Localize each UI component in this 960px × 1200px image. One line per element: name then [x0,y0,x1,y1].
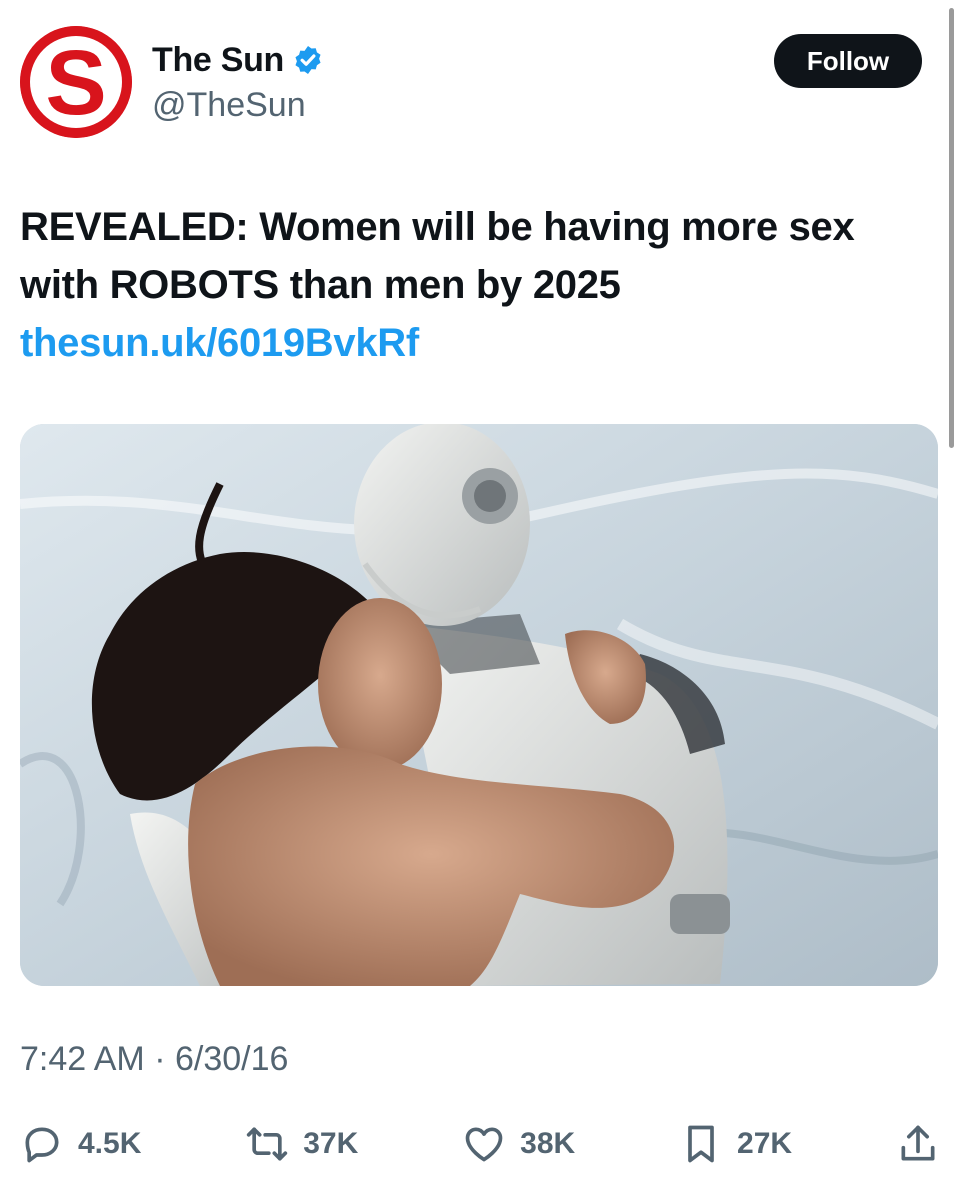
avatar[interactable]: S [20,26,132,138]
repost-icon [247,1127,288,1161]
like-count: 38K [520,1127,576,1160]
share-icon [901,1125,935,1161]
bookmark-count: 27K [737,1127,793,1160]
tweet-text: REVEALED: Women will be having more sex … [20,198,930,372]
tweet-body: REVEALED: Women will be having more sex … [20,205,855,307]
bookmark-button[interactable]: 27K [679,1122,792,1166]
tweet-link[interactable]: thesun.uk/6019BvkRf [20,321,419,365]
share-button[interactable] [896,1122,940,1166]
media-image [20,424,938,986]
tweet-media[interactable] [20,424,938,986]
action-bar: 4.5K 37K 38K 27K [20,1112,940,1176]
reply-button[interactable]: 4.5K [20,1122,141,1166]
reply-icon [25,1127,59,1163]
avatar-letter: S [45,32,106,134]
repost-button[interactable]: 37K [245,1122,358,1166]
like-icon [465,1127,503,1162]
bookmark-icon [688,1125,714,1163]
verified-badge-icon [295,46,321,74]
like-button[interactable]: 38K [462,1122,575,1166]
timestamp[interactable]: 7:42 AM · 6/30/16 [20,1040,288,1079]
account-names: The Sun @TheSun [152,38,324,125]
repost-count: 37K [303,1127,359,1160]
tweet-header: S The Sun @TheSun Follow [20,26,922,142]
handle[interactable]: @TheSun [152,86,324,125]
scrollbar[interactable] [949,8,954,448]
follow-button[interactable]: Follow [774,34,922,88]
display-name[interactable]: The Sun [152,41,284,80]
reply-count: 4.5K [78,1127,142,1160]
